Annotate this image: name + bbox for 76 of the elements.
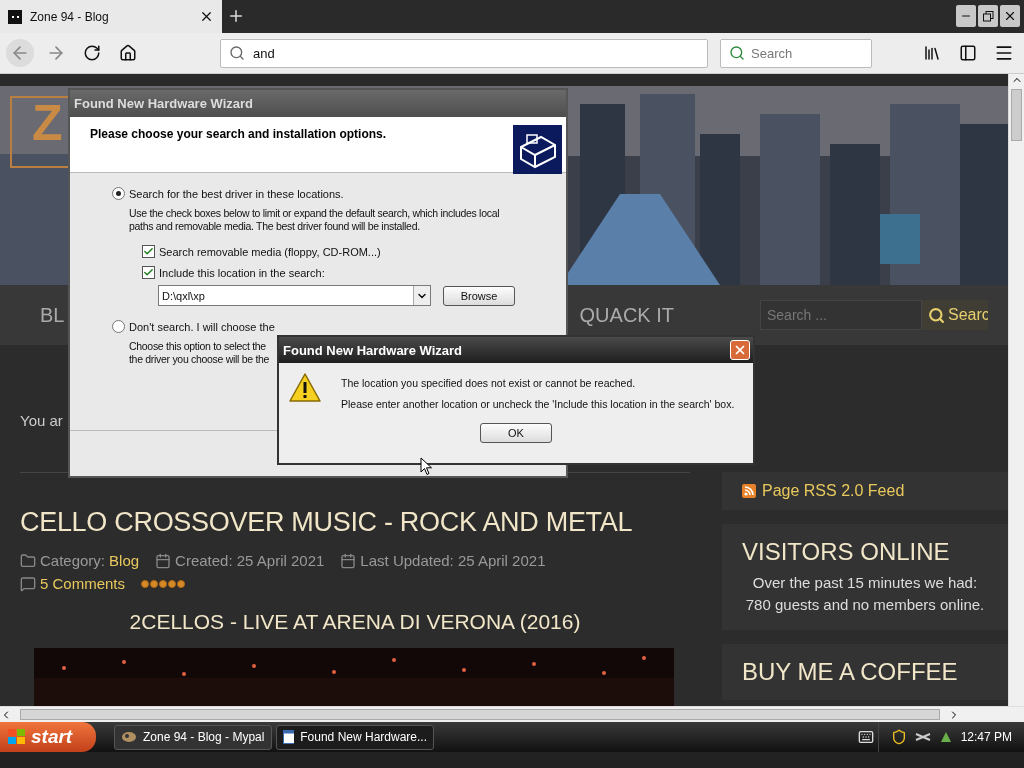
comments-link[interactable]: 5 Comments: [40, 575, 126, 592]
checkbox[interactable]: [142, 266, 155, 279]
check-icon: [143, 267, 154, 278]
rss-link[interactable]: Page RSS 2.0 Feed: [762, 482, 905, 500]
close-icon: [199, 9, 214, 24]
site-favicon-icon: [8, 9, 22, 24]
window-icon: [283, 730, 295, 744]
article-title: CELLO CROSSOVER MUSIC - ROCK AND METAL: [20, 507, 633, 538]
windows-logo-icon: [8, 729, 26, 745]
wizard-heading: Please choose your search and installation options.: [90, 127, 387, 141]
radio-label: Don't search. I will choose the: [129, 320, 275, 333]
alert-message: The location you specified does not exist or cannot be reached.: [341, 377, 637, 389]
browse-button[interactable]: Browse: [443, 285, 515, 306]
scroll-thumb[interactable]: [1011, 89, 1022, 141]
close-icon: [1003, 9, 1017, 23]
checkbox-label: Include this location in the search:: [159, 266, 325, 279]
comment-icon: [20, 575, 36, 592]
shield-icon: [890, 729, 907, 745]
option-description: Choose this option to select the the driver you choose will be the: [129, 340, 270, 366]
mouse-cursor-icon: [420, 457, 433, 476]
reload-icon: [83, 44, 101, 62]
sidebar-icon: [959, 44, 977, 62]
module-title: BUY ME A COFFEE: [742, 658, 959, 686]
browser-tab[interactable]: Zone 94 - Blog: [0, 0, 222, 33]
checkbox-label: Search removable media (floppy, CD-ROM...): [159, 245, 381, 258]
module-text: Over the past 15 minutes we had: 780 guests and no members online.: [744, 573, 986, 615]
breadcrumb: You ar: [20, 411, 63, 429]
video-title: 2CELLOS - LIVE AT ARENA DI VERONA (2016): [129, 610, 581, 634]
home-icon: [119, 44, 137, 62]
rss-icon: [742, 484, 756, 498]
module-title: VISITORS ONLINE: [742, 538, 951, 566]
option-description: Use the check boxes below to limit or expand the default search, which includes local paths and removable media. The best driver found will be installed.: [129, 207, 500, 233]
library-icon: [923, 44, 941, 62]
window-title: Found New Hardware Wizard: [74, 96, 254, 111]
dialog-title: Found New Hardware Wizard: [283, 342, 463, 358]
tab-title: Zone 94 - Blog: [30, 9, 110, 24]
menu-icon: [994, 43, 1014, 63]
search-icon: [928, 306, 945, 324]
warning-icon: [289, 373, 321, 403]
check-icon: [143, 246, 154, 257]
taskbar-button[interactable]: Found New Hardware...: [276, 724, 434, 750]
restore-icon: [982, 10, 994, 22]
nav-link[interactable]: QUACK IT: [579, 303, 674, 327]
calendar-icon: [155, 552, 172, 569]
nav-link[interactable]: BL: [40, 303, 65, 327]
start-button[interactable]: start: [0, 722, 96, 752]
horizontal-scrollbar[interactable]: [0, 706, 1024, 722]
browser-app-icon: [121, 730, 137, 744]
close-button[interactable]: [1000, 5, 1020, 27]
category-link[interactable]: Blog: [109, 552, 140, 569]
article-meta: Category:: [40, 552, 106, 569]
network-icon: [914, 730, 931, 744]
restore-button[interactable]: [978, 5, 998, 27]
folder-icon: [20, 552, 36, 569]
checkbox[interactable]: [142, 245, 155, 258]
address-bar[interactable]: and: [220, 38, 708, 68]
ok-button[interactable]: OK: [480, 423, 552, 443]
article-meta: Last Updated: 25 April 2021: [360, 552, 546, 569]
radio-button[interactable]: [112, 187, 125, 200]
radio-button[interactable]: [112, 320, 125, 333]
keyboard-icon: [857, 729, 874, 745]
taskbar-button[interactable]: Zone 94 - Blog - Mypal: [114, 724, 272, 750]
scroll-thumb[interactable]: [20, 709, 940, 720]
clock: 12:47 PM: [960, 730, 1012, 744]
new-tab-icon: [227, 7, 245, 25]
path-dropdown[interactable]: D:\qxl\xp: [158, 285, 431, 306]
search-field[interactable]: Search: [720, 38, 872, 68]
calendar-icon: [340, 552, 357, 569]
search-icon: [229, 45, 245, 61]
search-icon: [729, 45, 745, 61]
vertical-scrollbar[interactable]: [1008, 74, 1024, 706]
radio-label: Search for the best driver in these locations.: [129, 187, 344, 200]
article-meta: Created: 25 April 2021: [175, 552, 325, 569]
close-icon: [733, 343, 747, 357]
alert-message: Please enter another location or uncheck the 'Include this location in the search' box.: [341, 398, 735, 410]
tray-app-icon: [938, 730, 953, 744]
